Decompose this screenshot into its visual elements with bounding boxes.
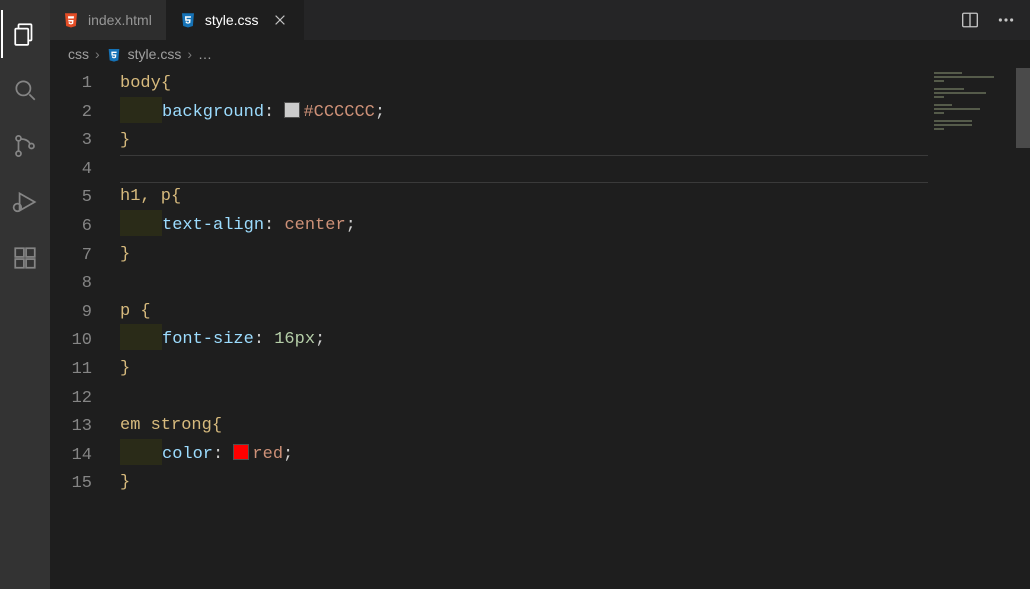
line-number: 9 bbox=[50, 299, 92, 328]
line-number: 13 bbox=[50, 413, 92, 442]
code-line[interactable]: p { bbox=[120, 298, 928, 327]
split-editor-icon[interactable] bbox=[956, 6, 984, 34]
tab-label: style.css bbox=[205, 12, 259, 28]
code-line[interactable] bbox=[120, 269, 928, 298]
breadcrumb-segment[interactable]: … bbox=[198, 46, 212, 62]
css3-icon bbox=[106, 45, 122, 62]
code-editor[interactable]: 123456789101112131415 body{background: #… bbox=[50, 68, 1030, 589]
line-number: 15 bbox=[50, 470, 92, 499]
vertical-scrollbar[interactable] bbox=[1016, 68, 1030, 589]
line-number: 3 bbox=[50, 127, 92, 156]
code-line[interactable] bbox=[120, 155, 928, 184]
line-number: 11 bbox=[50, 356, 92, 385]
tab-index-html[interactable]: index.html bbox=[50, 0, 167, 40]
more-icon[interactable] bbox=[992, 6, 1020, 34]
line-number: 2 bbox=[50, 99, 92, 128]
close-icon[interactable] bbox=[271, 11, 289, 29]
code-line[interactable]: color: red; bbox=[120, 441, 928, 470]
line-number: 7 bbox=[50, 242, 92, 271]
minimap[interactable] bbox=[928, 68, 1016, 589]
editor-area: 123456789101112131415 body{background: #… bbox=[50, 68, 1030, 589]
line-number: 5 bbox=[50, 184, 92, 213]
code-content[interactable]: body{background: #CCCCCC;} h1, p{text-al… bbox=[120, 68, 928, 589]
code-line[interactable]: font-size: 16px; bbox=[120, 326, 928, 355]
code-line[interactable]: em strong{ bbox=[120, 412, 928, 441]
css3-icon bbox=[179, 11, 197, 29]
code-line[interactable]: } bbox=[120, 355, 928, 384]
editor-group: index.html style.css css › style. bbox=[50, 0, 1030, 589]
activity-explorer[interactable] bbox=[1, 10, 49, 58]
color-swatch[interactable] bbox=[233, 444, 249, 460]
activity-source-control[interactable] bbox=[1, 122, 49, 170]
code-line[interactable]: } bbox=[120, 469, 928, 498]
tab-label: index.html bbox=[88, 12, 152, 28]
title-actions bbox=[956, 0, 1030, 40]
line-number: 4 bbox=[50, 156, 92, 185]
breadcrumb-segment[interactable]: css bbox=[68, 46, 89, 62]
html5-icon bbox=[62, 11, 80, 29]
tabs-row: index.html style.css bbox=[50, 0, 1030, 40]
breadcrumb[interactable]: css › style.css › … bbox=[50, 40, 1030, 68]
activity-extensions[interactable] bbox=[1, 234, 49, 282]
tab-style-css[interactable]: style.css bbox=[167, 0, 304, 40]
code-line[interactable]: body{ bbox=[120, 70, 928, 99]
scrollbar-thumb[interactable] bbox=[1016, 68, 1030, 148]
breadcrumb-segment[interactable]: style.css bbox=[128, 46, 182, 62]
code-line[interactable]: text-align: center; bbox=[120, 212, 928, 241]
color-swatch[interactable] bbox=[284, 102, 300, 118]
activity-bar bbox=[0, 0, 50, 589]
code-line[interactable]: background: #CCCCCC; bbox=[120, 99, 928, 128]
line-number-gutter: 123456789101112131415 bbox=[50, 68, 120, 589]
line-number: 1 bbox=[50, 70, 92, 99]
code-line[interactable] bbox=[120, 384, 928, 413]
activity-search[interactable] bbox=[1, 66, 49, 114]
line-number: 6 bbox=[50, 213, 92, 242]
chevron-right-icon: › bbox=[95, 46, 100, 62]
line-number: 14 bbox=[50, 442, 92, 471]
line-number: 12 bbox=[50, 385, 92, 414]
code-line[interactable]: h1, p{ bbox=[120, 183, 928, 212]
chevron-right-icon: › bbox=[187, 46, 192, 62]
code-line[interactable]: } bbox=[120, 241, 928, 270]
line-number: 8 bbox=[50, 270, 92, 299]
line-number: 10 bbox=[50, 327, 92, 356]
code-line[interactable]: } bbox=[120, 127, 928, 156]
activity-run-debug[interactable] bbox=[1, 178, 49, 226]
